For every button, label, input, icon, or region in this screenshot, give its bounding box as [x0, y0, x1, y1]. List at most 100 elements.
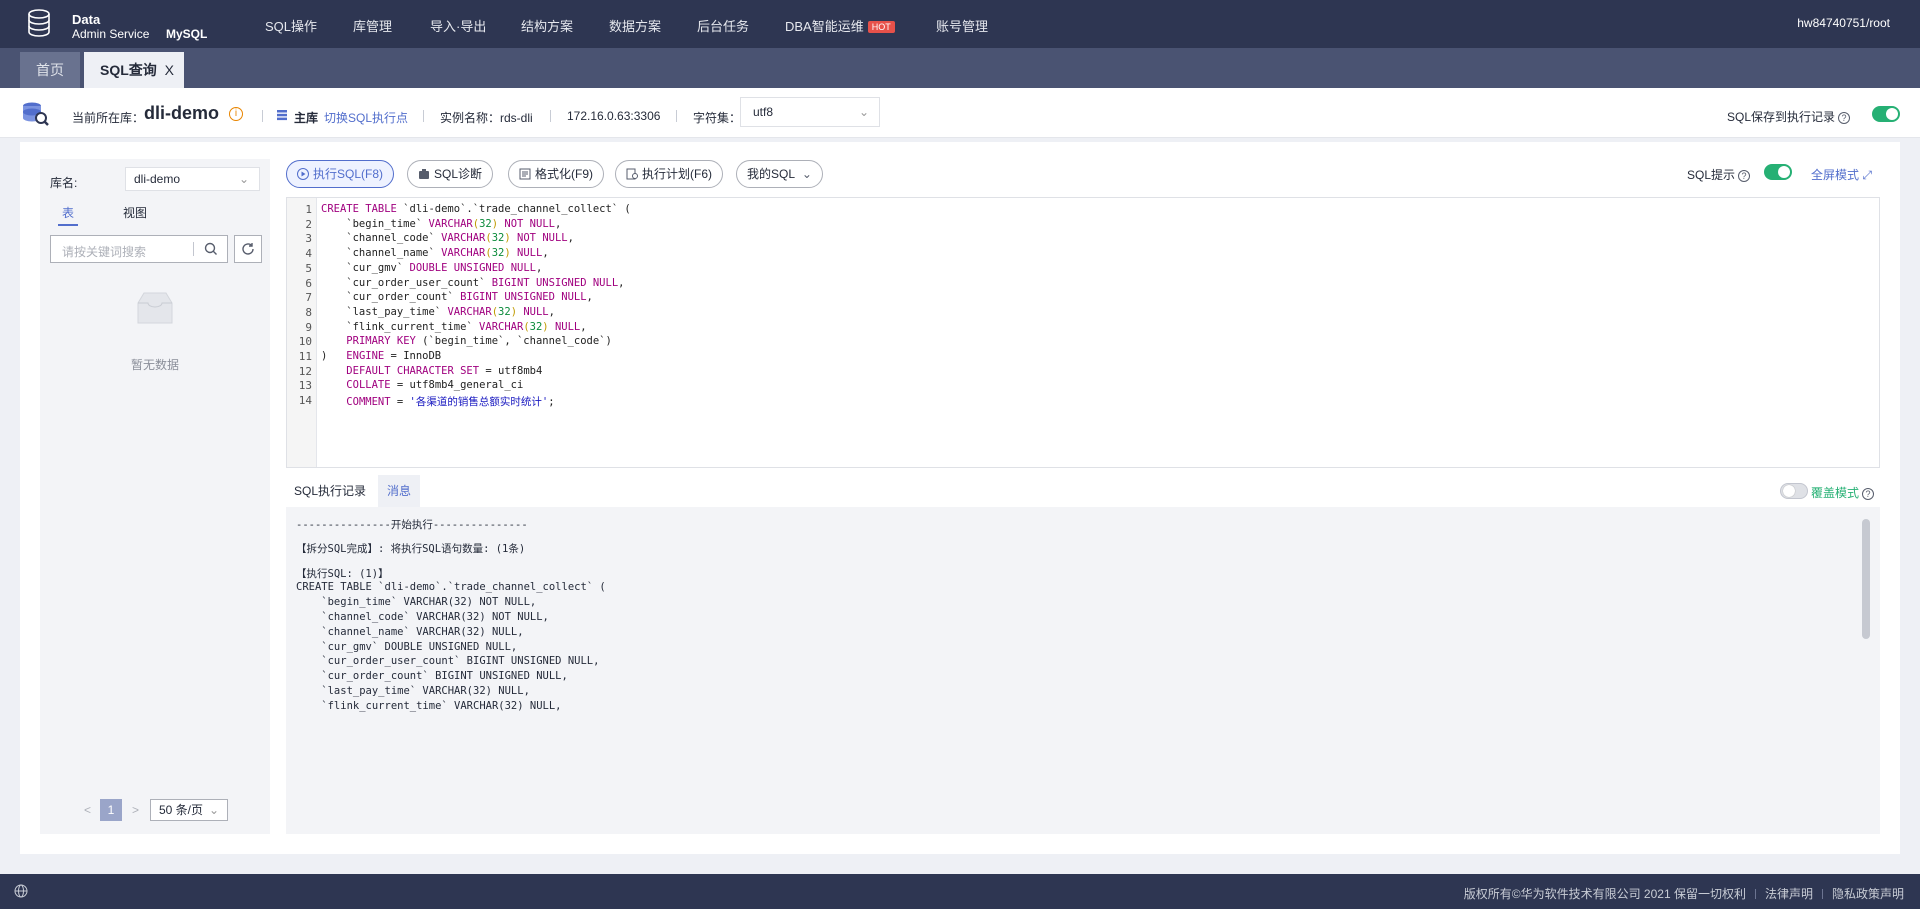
- page-size-select[interactable]: 50 条/页 ⌄: [150, 799, 228, 821]
- help-icon[interactable]: ?: [1862, 488, 1874, 500]
- cover-mode-text: 覆盖模式: [1810, 486, 1859, 500]
- privacy-link[interactable]: 隐私政策声明: [1832, 887, 1904, 901]
- nav-account-manage[interactable]: 账号管理: [936, 16, 988, 35]
- log-line: `channel_name` VARCHAR(32) NULL,: [296, 626, 524, 638]
- line-number: 12: [298, 364, 312, 378]
- code-line: `channel_name` VARCHAR(32) NULL,: [321, 247, 549, 260]
- help-icon[interactable]: ?: [1738, 170, 1750, 182]
- hot-badge: HOT: [867, 21, 895, 33]
- plan-icon: [626, 168, 638, 180]
- nav-background-tasks[interactable]: 后台任务: [697, 16, 749, 35]
- log-line: 【拆分SQL完成】: 将执行SQL语句数量: (1条): [296, 543, 526, 555]
- log-line: ---------------开始执行---------------: [296, 519, 528, 531]
- diagnose-icon: [419, 169, 429, 179]
- user-menu[interactable]: hw84740751/root: [1797, 16, 1890, 30]
- close-tab-icon[interactable]: X: [165, 52, 174, 88]
- code-line: CREATE TABLE `dli-demo`.`trade_channel_c…: [321, 203, 631, 215]
- charset-select[interactable]: utf8 ⌄: [740, 97, 880, 127]
- charset-value: utf8: [753, 105, 774, 119]
- legal-link[interactable]: 法律声明: [1765, 887, 1813, 901]
- code-line: `cur_order_count` BIGINT UNSIGNED NULL,: [321, 291, 593, 304]
- sql-tip-toggle[interactable]: [1764, 164, 1792, 180]
- save-record-label: SQL保存到执行记录?: [1727, 108, 1850, 125]
- nav-dba-ops-label: DBA智能运维: [785, 19, 864, 34]
- tab-tables[interactable]: 表: [58, 204, 79, 226]
- divider: [1821, 889, 1823, 899]
- sql-editor[interactable]: 1 2 3 4 5 6 7 8 9 10 11 12 13 14 CREATE TABLE `dli-de…: [286, 197, 1880, 468]
- save-record-toggle[interactable]: [1872, 106, 1900, 122]
- line-number: 9: [305, 320, 312, 334]
- sql-tip-text: SQL提示: [1686, 168, 1735, 182]
- my-sql-label: 我的SQL: [747, 167, 795, 181]
- execution-plan-button[interactable]: 执行计划(F6): [615, 160, 723, 188]
- search-icon[interactable]: [203, 241, 219, 257]
- code-line: `flink_current_time` VARCHAR(32) NULL,: [321, 320, 587, 333]
- fullscreen-button[interactable]: 全屏模式 ⤢: [1811, 166, 1872, 183]
- cover-mode-toggle[interactable]: [1780, 483, 1808, 499]
- footer: 版权所有©华为软件技术有限公司 2021 保留一切权利 法律声明 隐私政策声明: [0, 874, 1920, 909]
- cover-mode-label: 覆盖模式?: [1811, 484, 1874, 501]
- tab-sql-history[interactable]: SQL执行记录: [294, 475, 366, 507]
- log-line: CREATE TABLE `dli-demo`.`trade_channel_c…: [296, 581, 606, 593]
- db-select[interactable]: dli-demo ⌄: [125, 167, 260, 191]
- tab-sql-query[interactable]: SQL查询 X: [84, 52, 184, 88]
- format-label: 格式化(F9): [535, 167, 593, 181]
- help-icon[interactable]: ?: [1838, 112, 1850, 124]
- page-next-button[interactable]: >: [132, 803, 139, 817]
- empty-box-icon: [137, 292, 173, 324]
- divider: [262, 110, 263, 122]
- log-line: `cur_order_user_count` BIGINT UNSIGNED N…: [296, 655, 600, 667]
- scrollbar[interactable]: [1862, 519, 1870, 639]
- code-line: `cur_order_user_count` BIGINT UNSIGNED N…: [321, 276, 625, 289]
- nav-data-plan[interactable]: 数据方案: [609, 16, 661, 35]
- expand-icon: ⤢: [1862, 168, 1872, 182]
- nav-import-export[interactable]: 导入·导出: [430, 16, 486, 35]
- log-line: `cur_order_count` BIGINT UNSIGNED NULL,: [296, 670, 568, 682]
- tab-messages[interactable]: 消息: [378, 475, 420, 507]
- line-number: 2: [305, 217, 312, 231]
- table-search-input[interactable]: 请按关键词搜索: [50, 235, 228, 263]
- divider: [423, 110, 424, 122]
- code-line: `cur_gmv` DOUBLE UNSIGNED NULL,: [321, 261, 543, 274]
- copyright-text: 版权所有©华为软件技术有限公司 2021 保留一切权利: [1463, 887, 1746, 901]
- line-number: 8: [305, 305, 312, 319]
- code-line: DEFAULT CHARACTER SET = utf8mb4: [346, 364, 543, 377]
- brand-engine: MySQL: [166, 27, 208, 41]
- format-button[interactable]: 格式化(F9): [508, 160, 604, 188]
- log-line: `cur_gmv` DOUBLE UNSIGNED NULL,: [296, 641, 518, 653]
- nav-db-manage[interactable]: 库管理: [353, 16, 392, 35]
- tab-views[interactable]: 视图: [123, 204, 147, 221]
- refresh-button[interactable]: [234, 235, 262, 263]
- message-output: ---------------开始执行--------------- 【拆分SQL…: [286, 507, 1880, 834]
- switch-exec-point-link[interactable]: 切换SQL执行点: [324, 109, 408, 126]
- main-workspace: 库名: dli-demo ⌄ 表 视图 请按关键词搜索 暂无数据 < 1 > 5…: [20, 142, 1900, 854]
- line-number: 14: [298, 394, 312, 408]
- line-number: 11: [298, 350, 312, 363]
- line-number: 7: [305, 291, 312, 305]
- divider: [193, 242, 194, 256]
- code-line: `last_pay_time` VARCHAR(32) NULL,: [321, 305, 555, 318]
- execute-sql-button[interactable]: 执行SQL(F8): [286, 160, 395, 188]
- sql-diagnose-button[interactable]: SQL诊断: [407, 160, 494, 188]
- code-line: `channel_code` VARCHAR(32) NOT NULL,: [321, 232, 574, 245]
- my-sql-dropdown[interactable]: 我的SQL ⌄: [736, 160, 823, 188]
- nav-dba-ops[interactable]: DBA智能运维 HOT: [785, 16, 895, 35]
- charset-label: 字符集：: [693, 111, 742, 125]
- code-line: COLLATE = utf8mb4_general_ci: [346, 379, 524, 392]
- db-select-value: dli-demo: [134, 172, 181, 186]
- server-list-icon: [277, 110, 287, 121]
- nav-sql-ops[interactable]: SQL操作: [265, 16, 317, 35]
- connection-info-bar: 当前所在库： dli-demo i 主库 切换SQL执行点 实例名称：rds-d…: [0, 88, 1920, 138]
- globe-icon[interactable]: [14, 884, 28, 898]
- info-warning-icon[interactable]: i: [229, 107, 243, 121]
- execution-plan-label: 执行计划(F6): [642, 167, 712, 181]
- instance-name: 实例名称：rds-dli: [440, 111, 533, 125]
- page-prev-button[interactable]: <: [84, 803, 91, 817]
- tab-home[interactable]: 首页: [20, 52, 80, 88]
- instance-address: 172.16.0.63:3306: [567, 109, 661, 123]
- db-select-label: 库名:: [50, 176, 78, 190]
- divider: [550, 110, 551, 122]
- line-number-gutter: 1 2 3 4 5 6 7 8 9 10 11 12 13 14: [287, 198, 317, 467]
- page-number-1[interactable]: 1: [100, 799, 122, 821]
- nav-schema-plan[interactable]: 结构方案: [521, 16, 573, 35]
